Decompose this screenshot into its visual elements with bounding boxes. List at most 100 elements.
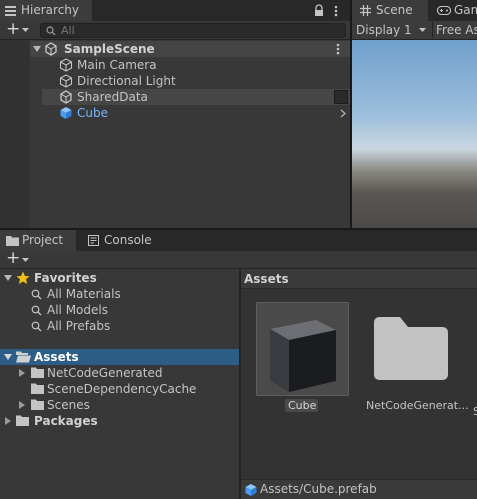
prefab-cube-icon bbox=[59, 106, 73, 120]
prefab-cube-icon bbox=[244, 483, 258, 497]
search-icon bbox=[31, 321, 42, 332]
open-folder-icon bbox=[16, 351, 31, 363]
hierarchy-window: Hierarchy + SampleScene bbox=[0, 0, 350, 228]
tree-item[interactable]: SceneDependencyCache bbox=[0, 381, 239, 397]
tab-console-label: Console bbox=[104, 233, 152, 247]
folder-icon bbox=[31, 383, 44, 394]
tab-game[interactable]: Gam bbox=[430, 0, 477, 21]
hierarchy-item-label: Cube bbox=[77, 106, 108, 120]
aspect-dropdown[interactable]: Free As bbox=[433, 21, 477, 39]
hierarchy-item[interactable]: Cube bbox=[42, 105, 350, 121]
gamepad-icon bbox=[437, 6, 451, 15]
folder-icon bbox=[16, 415, 29, 426]
folder-icon bbox=[374, 317, 448, 380]
hierarchy-item-label: SharedData bbox=[77, 90, 148, 104]
tree-item-label: All Materials bbox=[47, 287, 121, 301]
status-bar: Assets/Cube.prefab bbox=[241, 479, 477, 499]
tree-item-label: All Prefabs bbox=[47, 319, 111, 333]
scene-row[interactable]: SampleScene bbox=[30, 41, 350, 57]
tree-item-label: Scenes bbox=[47, 398, 90, 412]
folder-icon bbox=[31, 367, 44, 378]
dropdown-caret-icon bbox=[22, 28, 29, 33]
display-dropdown[interactable]: Display 1 bbox=[352, 21, 432, 39]
grid-icon bbox=[360, 5, 371, 16]
project-window: Project Console + Favorites All Material… bbox=[0, 230, 477, 499]
tree-favorites[interactable]: Favorites bbox=[0, 270, 239, 286]
tree-assets[interactable]: Assets bbox=[0, 349, 239, 365]
project-grid: Assets Cube NetCodeGenerat... S Assets/C… bbox=[241, 269, 477, 499]
tree-item[interactable]: Scenes bbox=[0, 397, 239, 413]
asset-tile-folder[interactable]: NetCodeGenerat... bbox=[363, 302, 469, 414]
star-icon bbox=[16, 271, 30, 285]
tab-hierarchy[interactable]: Hierarchy bbox=[0, 0, 92, 21]
tree-item-label: All Models bbox=[47, 303, 108, 317]
toolbar-divider bbox=[0, 39, 350, 40]
hierarchy-item-label: Directional Light bbox=[77, 74, 176, 88]
folder-icon bbox=[6, 235, 19, 246]
chevron-right-icon[interactable] bbox=[340, 109, 346, 118]
add-label: + bbox=[6, 248, 21, 268]
folder-icon bbox=[31, 399, 44, 410]
packages-label: Packages bbox=[34, 414, 98, 428]
dropdown-caret-icon bbox=[419, 28, 426, 33]
visibility-toggle[interactable] bbox=[334, 90, 348, 104]
collapsed-arrow-icon[interactable] bbox=[19, 401, 25, 409]
status-path: Assets/Cube.prefab bbox=[260, 482, 377, 496]
scene-name: SampleScene bbox=[64, 42, 155, 56]
collapsed-arrow-icon[interactable] bbox=[5, 417, 11, 425]
asset-tile-cube[interactable]: Cube bbox=[255, 302, 349, 414]
aspect-label: Free As bbox=[436, 23, 477, 37]
project-tree: Favorites All Materials All Models All P… bbox=[0, 269, 239, 499]
expand-arrow-icon[interactable] bbox=[4, 354, 12, 361]
unity-scene-icon bbox=[59, 90, 73, 104]
hierarchy-search-field[interactable] bbox=[40, 23, 346, 38]
game-viewport[interactable] bbox=[352, 40, 477, 228]
project-add-button[interactable]: + bbox=[4, 248, 32, 268]
search-icon bbox=[31, 305, 42, 316]
grid-header-label: Assets bbox=[244, 272, 289, 286]
tab-project-label: Project bbox=[22, 233, 64, 247]
tree-item[interactable]: All Prefabs bbox=[0, 318, 239, 334]
search-icon bbox=[31, 289, 42, 300]
add-label: + bbox=[6, 19, 21, 39]
expand-arrow-icon[interactable] bbox=[33, 46, 41, 53]
hierarchy-item[interactable]: SharedData bbox=[42, 89, 350, 105]
partial-asset-label: S bbox=[473, 405, 477, 418]
hierarchy-item-label: Main Camera bbox=[77, 58, 157, 72]
hierarchy-item[interactable]: Main Camera bbox=[42, 57, 350, 73]
gameobject-icon bbox=[59, 74, 73, 88]
scene-menu-icon[interactable] bbox=[336, 43, 340, 55]
hierarchy-item[interactable]: Directional Light bbox=[42, 73, 350, 89]
tab-scene-label: Scene bbox=[376, 3, 413, 17]
kebab-menu-icon[interactable] bbox=[334, 5, 338, 17]
tree-item-label: SceneDependencyCache bbox=[47, 382, 197, 396]
lock-icon[interactable] bbox=[314, 4, 324, 17]
hierarchy-search-input[interactable] bbox=[61, 24, 331, 37]
expand-arrow-icon[interactable] bbox=[4, 275, 12, 282]
tree-item[interactable]: NetCodeGenerated bbox=[0, 365, 239, 381]
console-icon bbox=[88, 235, 99, 246]
tree-packages[interactable]: Packages bbox=[0, 413, 239, 429]
tree-item[interactable]: All Materials bbox=[0, 286, 239, 302]
tree-item[interactable]: All Models bbox=[0, 302, 239, 318]
assets-label: Assets bbox=[34, 350, 79, 364]
tab-console[interactable]: Console bbox=[78, 230, 160, 251]
gameobject-icon bbox=[59, 58, 73, 72]
asset-label: Cube bbox=[288, 399, 317, 412]
asset-label: NetCodeGenerat... bbox=[366, 399, 469, 412]
scene-view-window: Scene Gam Display 1 Free As bbox=[352, 0, 477, 228]
collapsed-arrow-icon[interactable] bbox=[19, 369, 25, 377]
tree-item-label: NetCodeGenerated bbox=[47, 366, 163, 380]
hierarchy-add-button[interactable]: + bbox=[4, 19, 32, 39]
hierarchy-gutter bbox=[0, 40, 30, 228]
unity-scene-icon bbox=[44, 42, 58, 56]
list-icon bbox=[5, 5, 16, 16]
display-label: Display 1 bbox=[356, 23, 412, 37]
cube-thumbnail bbox=[256, 302, 349, 396]
tab-game-label: Gam bbox=[454, 3, 477, 17]
tab-scene[interactable]: Scene bbox=[352, 0, 428, 21]
tab-hierarchy-label: Hierarchy bbox=[21, 3, 80, 17]
favorites-label: Favorites bbox=[34, 271, 97, 285]
grid-header: Assets bbox=[241, 269, 477, 289]
search-icon bbox=[46, 26, 56, 36]
